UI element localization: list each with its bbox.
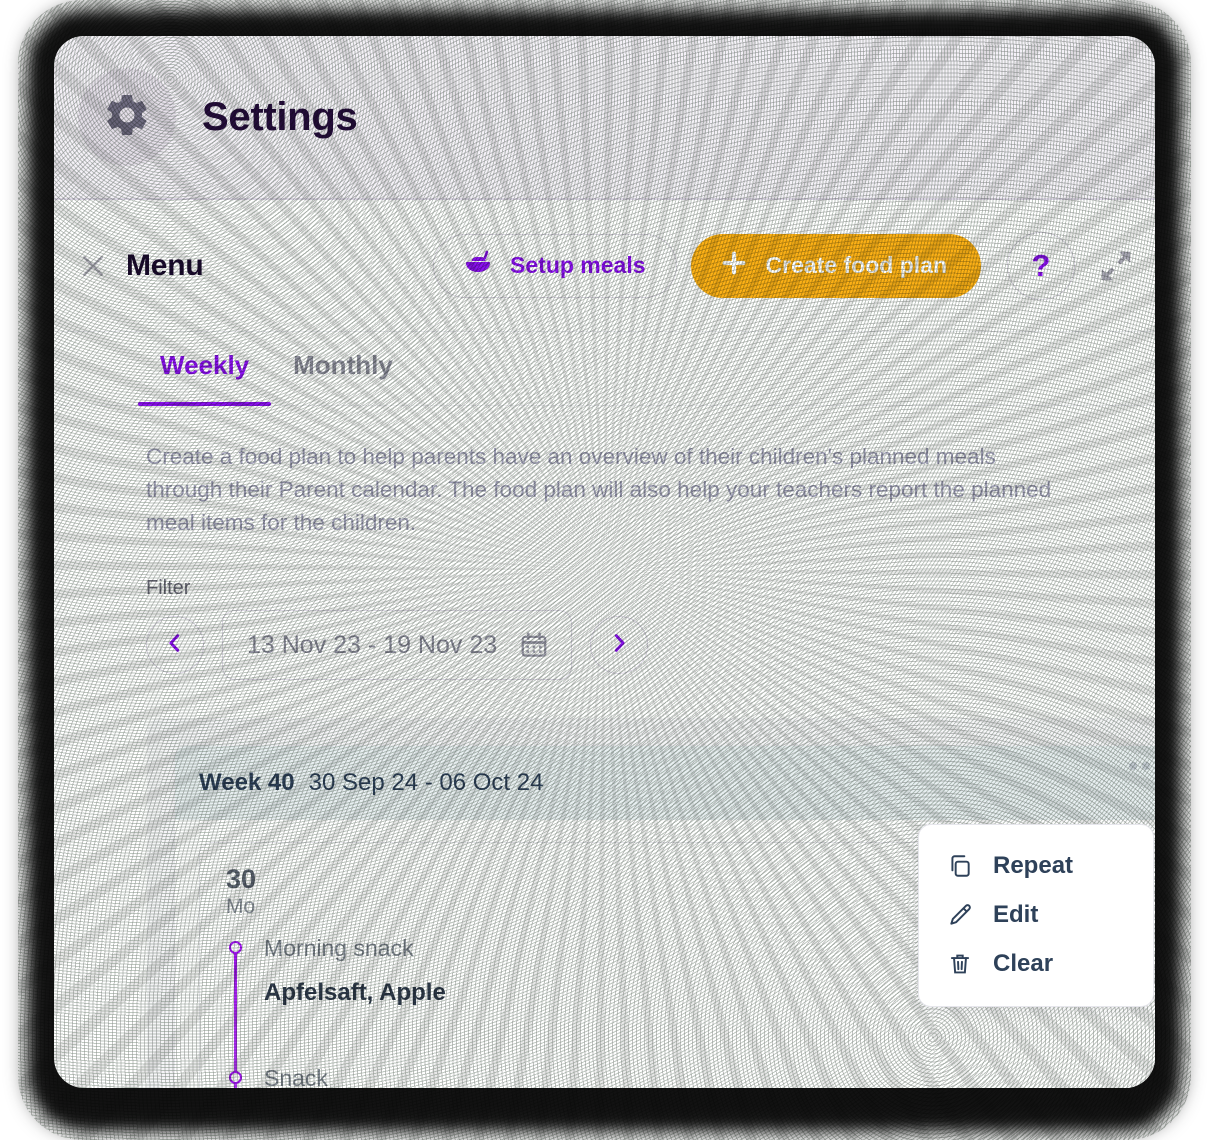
calendar-icon[interactable] bbox=[519, 630, 549, 660]
timeline-line bbox=[234, 947, 237, 1088]
description-text: Create a food plan to help parents have … bbox=[146, 444, 1052, 535]
expand-arrows-icon[interactable] bbox=[1097, 247, 1135, 285]
filter-label: Filter bbox=[146, 577, 191, 599]
toolbar: Menu Setup meals Create food plan ? bbox=[54, 200, 1155, 332]
context-menu-label: Edit bbox=[993, 900, 1039, 928]
context-menu-item-clear[interactable]: Clear bbox=[919, 939, 1153, 988]
meal-name: Snack bbox=[264, 1065, 328, 1088]
trash-icon bbox=[947, 951, 973, 977]
tabs: Weekly Monthly bbox=[54, 332, 1155, 406]
page-title: Settings bbox=[202, 94, 358, 139]
tab-monthly[interactable]: Monthly bbox=[271, 332, 415, 405]
context-menu-item-edit[interactable]: Edit bbox=[919, 890, 1153, 939]
pencil-icon bbox=[947, 902, 973, 928]
next-week-button[interactable] bbox=[590, 616, 649, 674]
context-menu: Repeat Edit Clear bbox=[918, 824, 1154, 1007]
context-menu-item-repeat[interactable]: Repeat bbox=[919, 841, 1153, 890]
filter-row: 13 Nov 23 - 19 Nov 23 bbox=[146, 610, 1155, 680]
context-menu-label: Clear bbox=[993, 949, 1054, 977]
week-card-header: Week 40 30 Sep 24 - 06 Oct 24 bbox=[175, 746, 1155, 820]
prev-week-button[interactable] bbox=[146, 616, 204, 674]
settings-header: Settings bbox=[54, 36, 1155, 200]
chevron-left-icon bbox=[164, 632, 186, 659]
timeline-dot-icon bbox=[229, 941, 242, 955]
menu-label: Menu bbox=[126, 248, 204, 282]
week-range-label: 30 Sep 24 - 06 Oct 24 bbox=[308, 769, 544, 796]
plus-icon bbox=[719, 248, 749, 284]
more-horizontal-icon[interactable] bbox=[1129, 762, 1155, 770]
setup-meals-button[interactable]: Setup meals bbox=[433, 233, 677, 298]
help-button[interactable]: ? bbox=[1007, 231, 1075, 300]
meal-row[interactable]: Snack bbox=[229, 1065, 1134, 1088]
tab-weekly[interactable]: Weekly bbox=[138, 332, 272, 406]
create-food-plan-button[interactable]: Create food plan bbox=[690, 233, 981, 298]
chevron-right-icon bbox=[608, 632, 630, 659]
timeline-dot-icon bbox=[229, 1071, 242, 1085]
setup-meals-label: Setup meals bbox=[510, 252, 646, 278]
create-food-plan-label: Create food plan bbox=[765, 252, 947, 278]
context-menu-label: Repeat bbox=[993, 851, 1074, 879]
gear-icon bbox=[102, 90, 152, 145]
app-window: Settings Menu Setup meals Create food pl… bbox=[54, 36, 1155, 1088]
close-icon[interactable] bbox=[80, 253, 106, 279]
date-range-value: 13 Nov 23 - 19 Nov 23 bbox=[247, 630, 498, 659]
gear-icon-badge bbox=[78, 68, 176, 166]
week-number-label: Week 40 bbox=[199, 769, 295, 796]
meal-bowl-icon bbox=[464, 250, 494, 282]
copy-icon bbox=[947, 853, 973, 879]
date-range-input[interactable]: 13 Nov 23 - 19 Nov 23 bbox=[222, 610, 573, 680]
